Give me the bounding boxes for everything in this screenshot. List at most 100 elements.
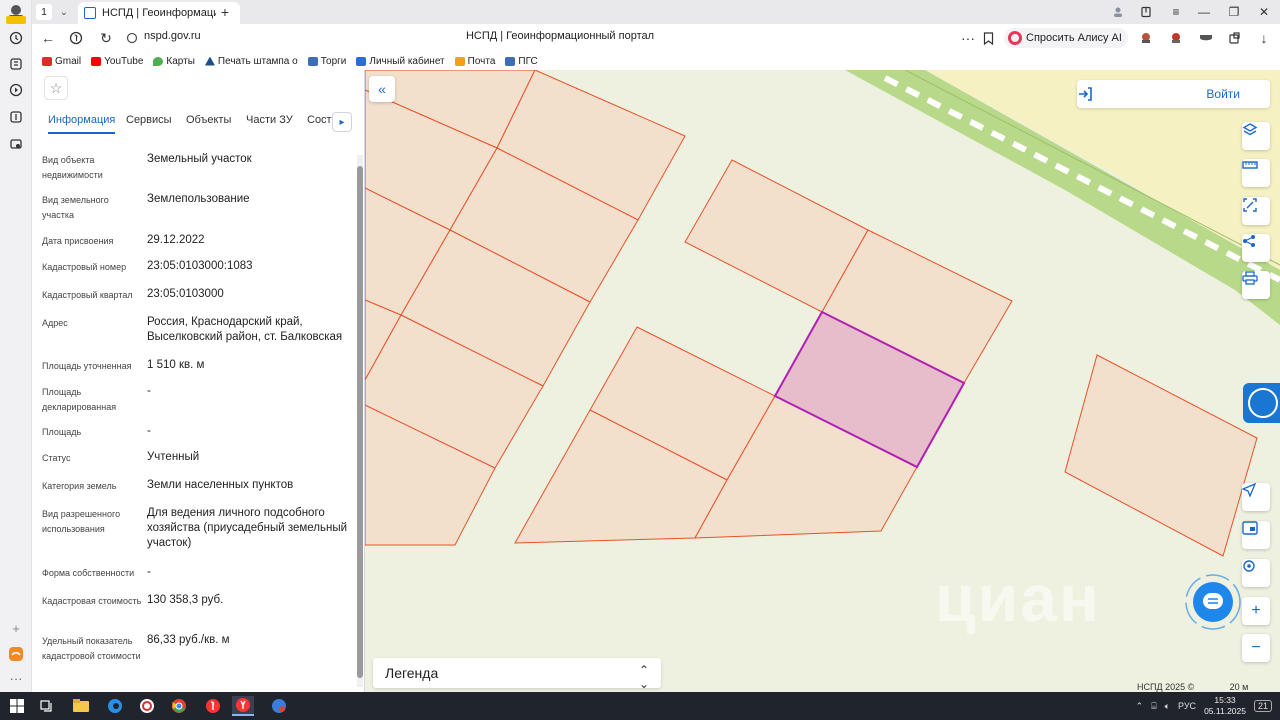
video-icon[interactable] — [6, 80, 26, 100]
language-indicator[interactable]: РУС — [1178, 701, 1196, 711]
scale-bar: 20 м — [1207, 682, 1271, 692]
mountain-icon — [204, 56, 215, 66]
tab-objects[interactable]: Объекты — [186, 114, 231, 126]
extension-icon[interactable] — [1136, 28, 1156, 48]
new-tab-button[interactable]: + — [216, 3, 234, 21]
chat-icon — [1185, 574, 1241, 630]
login-label: Войти — [1206, 87, 1240, 101]
emblem-icon — [307, 56, 318, 66]
system-tray: ⌃ ⌸ 🔈︎ РУС 15:33 05.11.2025 21 — [1136, 692, 1272, 720]
windows-start-icon[interactable] — [6, 696, 28, 716]
close-window-icon[interactable]: ✕ — [1254, 2, 1274, 22]
bookmark-stamp[interactable]: Печать штампа о — [204, 56, 298, 67]
layers-button[interactable] — [1242, 122, 1270, 150]
alisa-button[interactable]: Спросить Алису AI — [1004, 28, 1128, 48]
extension-icon[interactable] — [1166, 28, 1186, 48]
account-icon[interactable] — [1108, 2, 1128, 22]
chevron-up-icon[interactable]: ⌃ — [1136, 701, 1144, 712]
minimap-button[interactable] — [1242, 521, 1270, 549]
locate-button[interactable] — [1242, 559, 1270, 587]
tab-title: НСПД | Геоинформацио — [102, 7, 219, 19]
windows-taskbar: ⌃ ⌸ 🔈︎ РУС 15:33 05.11.2025 21 — [0, 692, 1280, 720]
print-icon — [1242, 271, 1258, 285]
file-explorer-icon[interactable] — [70, 696, 92, 716]
bookmark-panel-icon[interactable] — [1136, 2, 1156, 22]
more-icon[interactable]: ··· — [6, 668, 26, 688]
url-text[interactable]: nspd.gov.ru — [144, 30, 201, 42]
share-button[interactable] — [1242, 234, 1270, 262]
chevron-down-icon[interactable]: ⌄ — [56, 4, 72, 20]
mail-icon — [454, 56, 465, 66]
legend-panel[interactable]: Легенда ⌃ ⌄ — [373, 658, 661, 691]
volume-icon[interactable]: 🔈︎ — [1165, 701, 1170, 712]
zoom-out-button[interactable]: − — [1242, 634, 1270, 662]
zen-icon[interactable] — [6, 644, 26, 664]
bookmark-maps[interactable]: Карты — [153, 56, 195, 67]
reload-icon[interactable]: ↻ — [96, 28, 116, 48]
back-icon[interactable]: ← — [38, 28, 58, 48]
tab-count-badge[interactable]: 1 — [36, 4, 52, 20]
chat-button[interactable] — [1185, 574, 1241, 630]
emblem-icon — [505, 56, 516, 66]
task-view-icon[interactable] — [36, 696, 58, 716]
tab-services[interactable]: Сервисы — [126, 114, 172, 126]
ruler-button[interactable] — [1242, 159, 1270, 187]
app-icon[interactable] — [136, 696, 158, 716]
alisa-label: Спросить Алису AI — [1026, 32, 1122, 44]
collections-icon[interactable] — [6, 54, 26, 74]
yandex-icon[interactable] — [66, 28, 86, 48]
select-area-icon — [1243, 198, 1257, 212]
layers-icon — [1242, 123, 1258, 136]
print-button[interactable] — [1242, 271, 1270, 299]
collapse-panel-button[interactable]: « — [369, 76, 395, 102]
clock[interactable]: 15:33 05.11.2025 — [1204, 695, 1246, 717]
minimap-icon — [1242, 521, 1258, 535]
panel-scrollbar-thumb[interactable] — [357, 166, 363, 678]
bookmark-torgi[interactable]: Торги — [307, 56, 346, 67]
minimize-icon[interactable]: — — [1194, 2, 1214, 22]
bookmark-mail[interactable]: Почта — [454, 56, 495, 67]
select-area-button[interactable] — [1242, 197, 1270, 225]
login-button[interactable]: Войти — [1077, 80, 1270, 108]
assistant-button[interactable] — [1243, 383, 1280, 423]
bookmark-pgs[interactable]: ПГС — [505, 56, 538, 67]
maps-pin-icon — [153, 56, 164, 66]
navigation-arrow-icon — [1242, 483, 1256, 497]
network-icon[interactable]: ⌸ — [1151, 701, 1156, 712]
menu-icon[interactable]: ≡ — [1166, 2, 1186, 22]
copyright-text: НСПД 2025 © — [1137, 682, 1195, 692]
map-canvas[interactable]: циан « Войти + − Легенда ⌃ ⌄ НСПД 2025 ©… — [365, 70, 1280, 692]
security-shield-icon[interactable] — [122, 28, 142, 48]
tabs-scroll-right-button[interactable]: ▸ — [332, 112, 352, 132]
restore-icon[interactable]: ❐ — [1224, 2, 1244, 22]
chrome-icon[interactable] — [168, 696, 190, 716]
bookmark-cabinet[interactable]: Личный кабинет — [356, 56, 445, 67]
ruler-icon — [1242, 161, 1258, 169]
yandex-browser-icon[interactable] — [202, 696, 224, 716]
add-panel-icon[interactable]: + — [6, 618, 26, 638]
yandex-active-icon[interactable] — [232, 696, 254, 716]
tab-information[interactable]: Информация — [48, 114, 116, 134]
download-icon[interactable]: ↓ — [1254, 28, 1274, 48]
star-icon[interactable]: ☆ — [44, 76, 68, 100]
chevron-updown-icon[interactable]: ⌃ ⌄ — [639, 663, 649, 691]
numbered-tab-icon[interactable] — [6, 107, 26, 127]
messenger-icon[interactable] — [268, 696, 290, 716]
site-favicon-icon — [84, 7, 96, 19]
notifications-badge[interactable]: 21 — [1253, 700, 1272, 712]
edge-icon[interactable] — [104, 696, 126, 716]
more-options-icon[interactable]: ··· — [958, 28, 978, 48]
watermark-text: циан — [935, 561, 1101, 635]
zoom-in-button[interactable]: + — [1242, 597, 1270, 625]
panel-tabs: Информация Сервисы Объекты Части ЗУ Сост… — [32, 110, 364, 136]
bookmark-icon[interactable] — [978, 28, 998, 48]
tab-parts[interactable]: Части ЗУ — [246, 114, 293, 126]
extensions-puzzle-icon[interactable] — [1224, 28, 1244, 48]
history-icon[interactable] — [6, 28, 26, 48]
extension-icon[interactable] — [1196, 28, 1216, 48]
bookmark-youtube[interactable]: YouTube — [91, 56, 143, 67]
navigate-button[interactable] — [1242, 483, 1270, 511]
screenshot-icon[interactable] — [6, 134, 26, 154]
bookmark-gmail[interactable]: Gmail — [42, 56, 81, 67]
profile-avatar[interactable] — [5, 2, 27, 24]
